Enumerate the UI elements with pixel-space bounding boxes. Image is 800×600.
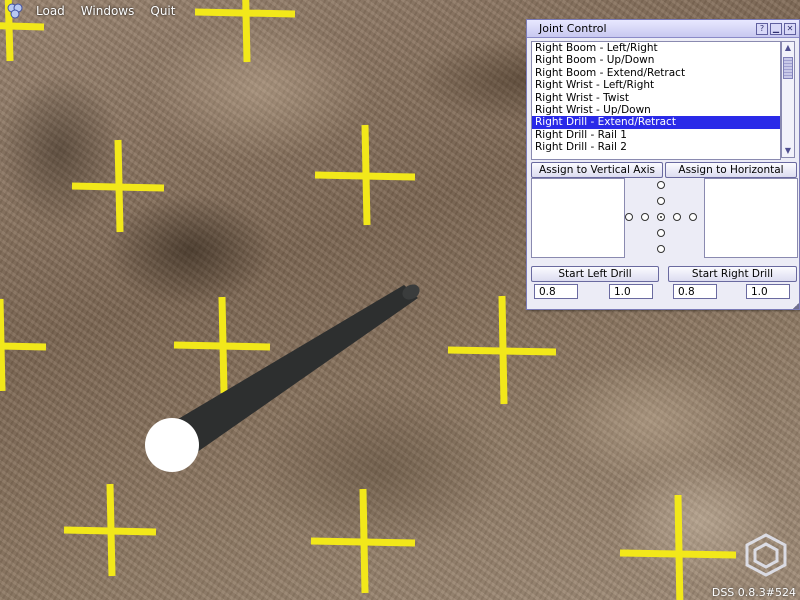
engine-logo-icon <box>745 533 787 577</box>
menu-windows[interactable]: Windows <box>73 4 143 18</box>
target-marker <box>71 139 165 233</box>
resize-grip-icon[interactable] <box>793 303 799 309</box>
dot-down-2[interactable] <box>657 245 665 253</box>
right-drill-field-2[interactable]: 1.0 <box>746 284 790 299</box>
joint-list-item[interactable]: Right Wrist - Twist <box>532 92 780 104</box>
target-marker <box>310 488 416 594</box>
joint-list-item[interactable]: Right Boom - Extend/Retract <box>532 67 780 79</box>
close-icon[interactable]: ✕ <box>784 23 796 35</box>
right-drill-field-1[interactable]: 0.8 <box>673 284 717 299</box>
target-marker <box>314 124 416 226</box>
dot-up-2[interactable] <box>657 181 665 189</box>
target-marker <box>619 494 737 600</box>
app-logo-icon <box>7 3 23 19</box>
left-drill-field-2[interactable]: 1.0 <box>609 284 653 299</box>
joint-list-item[interactable]: Right Wrist - Up/Down <box>532 104 780 116</box>
left-drill-field-1[interactable]: 0.8 <box>534 284 578 299</box>
menu-load[interactable]: Load <box>28 4 73 18</box>
dot-right-1[interactable] <box>673 213 681 221</box>
menu-bar: Load Windows Quit <box>0 0 520 22</box>
assign-vertical-axis-button[interactable]: Assign to Vertical Axis <box>531 162 663 178</box>
horizontal-axis-pad[interactable] <box>704 178 798 258</box>
minimize-icon[interactable]: ▁ <box>770 23 782 35</box>
joint-list-item[interactable]: Right Drill - Rail 2 <box>532 141 780 153</box>
window-titlebar[interactable]: Joint Control ? ▁ ✕ <box>527 20 799 38</box>
start-left-drill-button[interactable]: Start Left Drill <box>531 266 659 282</box>
window-title: Joint Control <box>539 22 607 35</box>
target-marker <box>447 295 557 405</box>
joint-list-item[interactable]: Right Boom - Up/Down <box>532 54 780 66</box>
help-icon[interactable]: ? <box>756 23 768 35</box>
dot-down-1[interactable] <box>657 229 665 237</box>
dot-left-2[interactable] <box>625 213 633 221</box>
start-right-drill-button[interactable]: Start Right Drill <box>668 266 797 282</box>
version-label: DSS 0.8.3#524 <box>711 586 796 599</box>
list-scrollbar[interactable]: ▲ ▼ <box>781 41 795 158</box>
joint-list-item-selected[interactable]: Right Drill - Extend/Retract <box>532 116 780 129</box>
dot-right-2[interactable] <box>689 213 697 221</box>
target-marker <box>63 483 157 577</box>
joint-list-item[interactable]: Right Wrist - Left/Right <box>532 79 780 91</box>
assign-horizontal-axis-button[interactable]: Assign to Horizontal Axis <box>665 162 797 190</box>
joint-control-window: Joint Control ? ▁ ✕ Right Boom - Left/Ri… <box>526 19 800 310</box>
scrollbar-thumb[interactable] <box>783 57 793 79</box>
dot-left-1[interactable] <box>641 213 649 221</box>
dot-center[interactable] <box>657 213 665 221</box>
drill-tip <box>145 418 199 472</box>
joint-list-item[interactable]: Right Drill - Rail 1 <box>532 129 780 141</box>
target-marker <box>0 298 47 392</box>
scroll-down-icon[interactable]: ▼ <box>782 145 794 157</box>
scroll-up-icon[interactable]: ▲ <box>782 42 794 54</box>
joint-list-item[interactable]: Right Boom - Left/Right <box>532 42 780 54</box>
vertical-axis-pad[interactable] <box>531 178 625 258</box>
drill-rod <box>145 284 420 472</box>
menu-quit[interactable]: Quit <box>142 4 183 18</box>
dot-up-1[interactable] <box>657 197 665 205</box>
joint-list[interactable]: Right Boom - Left/Right Right Boom - Up/… <box>531 41 781 160</box>
